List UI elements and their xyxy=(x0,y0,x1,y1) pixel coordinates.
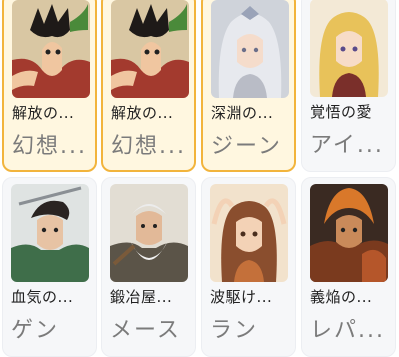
character-title: 波駆け... xyxy=(210,288,273,306)
character-card-1[interactable]: 解放の... 幻想... xyxy=(2,0,97,172)
character-title: 深淵の... xyxy=(211,104,274,122)
character-card-7[interactable]: 波駆け... ラン xyxy=(201,177,296,357)
character-subtitle: メース xyxy=(110,318,181,343)
character-card-3[interactable]: 深淵の... ジーン xyxy=(201,0,296,172)
character-subtitle: ゲン xyxy=(11,318,60,343)
character-card-4[interactable]: 覚悟の愛 アイ... xyxy=(301,0,396,172)
character-grid: 解放の... 幻想... 解放の... 幻想... 深淵の... ジーン 覚悟の… xyxy=(0,0,399,357)
character-subtitle: レパ... xyxy=(310,318,385,343)
silver-hair-girl-portrait-icon xyxy=(211,0,289,98)
character-subtitle: 幻想... xyxy=(12,134,87,159)
character-title: 解放の... xyxy=(12,104,75,122)
character-subtitle: 幻想... xyxy=(111,134,186,159)
character-title: 覚悟の愛 xyxy=(310,103,373,121)
character-card-5[interactable]: 血気の... ゲン xyxy=(2,177,97,357)
swordsman-portrait-icon xyxy=(11,184,89,282)
character-subtitle: ラン xyxy=(210,318,259,343)
flame-warrior-portrait-icon xyxy=(310,184,388,282)
character-title: 解放の... xyxy=(111,104,174,122)
character-card-8[interactable]: 義焔の... レパ... xyxy=(301,177,396,357)
brown-hair-girl-portrait-icon xyxy=(210,184,288,282)
character-title: 義焔の... xyxy=(310,288,373,306)
boy-hero-portrait-icon xyxy=(12,0,90,98)
boy-hero-portrait-icon xyxy=(111,0,189,98)
blonde-girl-portrait-icon xyxy=(310,0,388,97)
character-title: 血気の... xyxy=(11,288,74,306)
character-card-2[interactable]: 解放の... 幻想... xyxy=(101,0,196,172)
character-subtitle: アイ... xyxy=(310,133,384,158)
old-warrior-portrait-icon xyxy=(110,184,188,282)
character-card-6[interactable]: 鍛冶屋... メース xyxy=(101,177,196,357)
character-title: 鍛冶屋... xyxy=(110,288,173,306)
character-subtitle: ジーン xyxy=(211,134,282,159)
